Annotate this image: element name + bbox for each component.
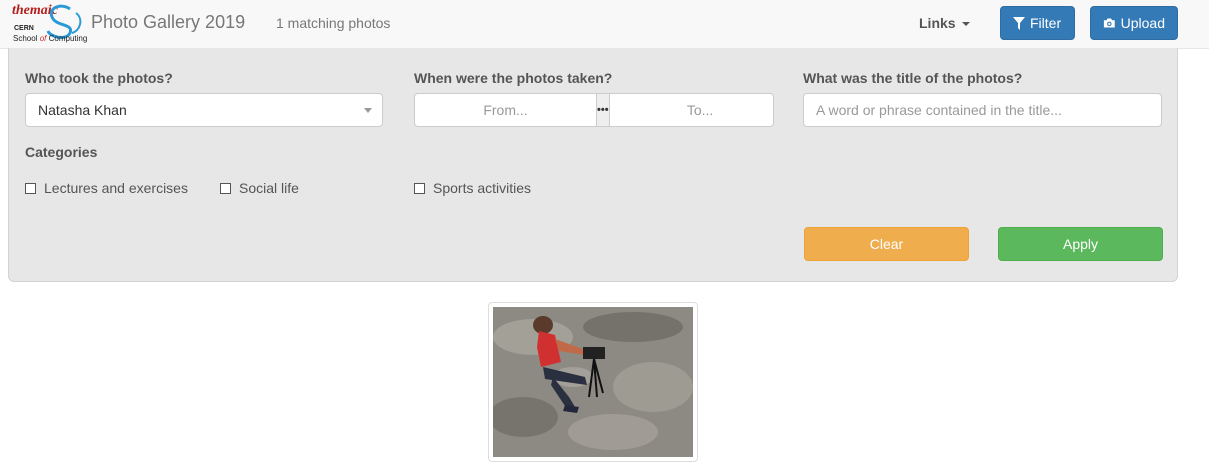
photo-image xyxy=(493,307,693,457)
category-sports-checkbox[interactable]: Sports activities xyxy=(414,180,531,196)
school-logo[interactable]: themaic CERN School of Computing xyxy=(12,3,88,45)
filter-button-label: Filter xyxy=(1030,15,1062,31)
title-search-input[interactable] xyxy=(803,93,1162,127)
upload-button-label: Upload xyxy=(1120,15,1165,31)
chevron-down-icon xyxy=(364,108,372,113)
date-range: ••• xyxy=(414,93,791,127)
clear-button[interactable]: Clear xyxy=(804,227,969,261)
photographer-label: Who took the photos? xyxy=(25,70,173,86)
category-lectures-checkbox[interactable]: Lectures and exercises xyxy=(25,180,188,196)
links-dropdown[interactable]: Links xyxy=(919,15,970,31)
categories-label: Categories xyxy=(25,144,98,160)
logo-cern-text: CERN xyxy=(14,25,34,32)
checkbox-box[interactable] xyxy=(25,182,36,194)
photographer-select[interactable]: Natasha Khan xyxy=(25,93,383,127)
date-label: When were the photos taken? xyxy=(414,70,613,86)
title-label: What was the title of the photos? xyxy=(803,70,1023,86)
camera-icon xyxy=(1103,18,1115,28)
logo-school-text: School of Computing xyxy=(13,34,88,43)
apply-button[interactable]: Apply xyxy=(998,227,1163,261)
category-label: Sports activities xyxy=(433,180,532,196)
caret-down-icon xyxy=(961,22,970,27)
filter-icon xyxy=(1013,16,1025,30)
checkbox-box[interactable] xyxy=(220,182,231,194)
date-from-input[interactable] xyxy=(415,94,596,126)
date-separator: ••• xyxy=(596,94,610,126)
links-label: Links xyxy=(919,15,956,31)
navbar: themaic CERN School of Computing Photo G… xyxy=(0,0,1209,49)
upload-button[interactable]: Upload xyxy=(1090,6,1178,40)
category-social-checkbox[interactable]: Social life xyxy=(220,180,299,196)
photo-thumbnail[interactable] xyxy=(488,302,698,462)
app-title[interactable]: Photo Gallery 2019 xyxy=(91,12,245,33)
category-label: Social life xyxy=(239,180,299,196)
category-label: Lectures and exercises xyxy=(44,180,188,196)
filter-button[interactable]: Filter xyxy=(1000,6,1075,40)
photographer-value: Natasha Khan xyxy=(38,102,127,118)
date-to-input[interactable] xyxy=(609,94,791,126)
filter-panel: Who took the photos? Natasha Khan When w… xyxy=(8,48,1178,282)
matching-count: 1 matching photos xyxy=(276,15,391,31)
checkbox-box[interactable] xyxy=(414,182,425,194)
